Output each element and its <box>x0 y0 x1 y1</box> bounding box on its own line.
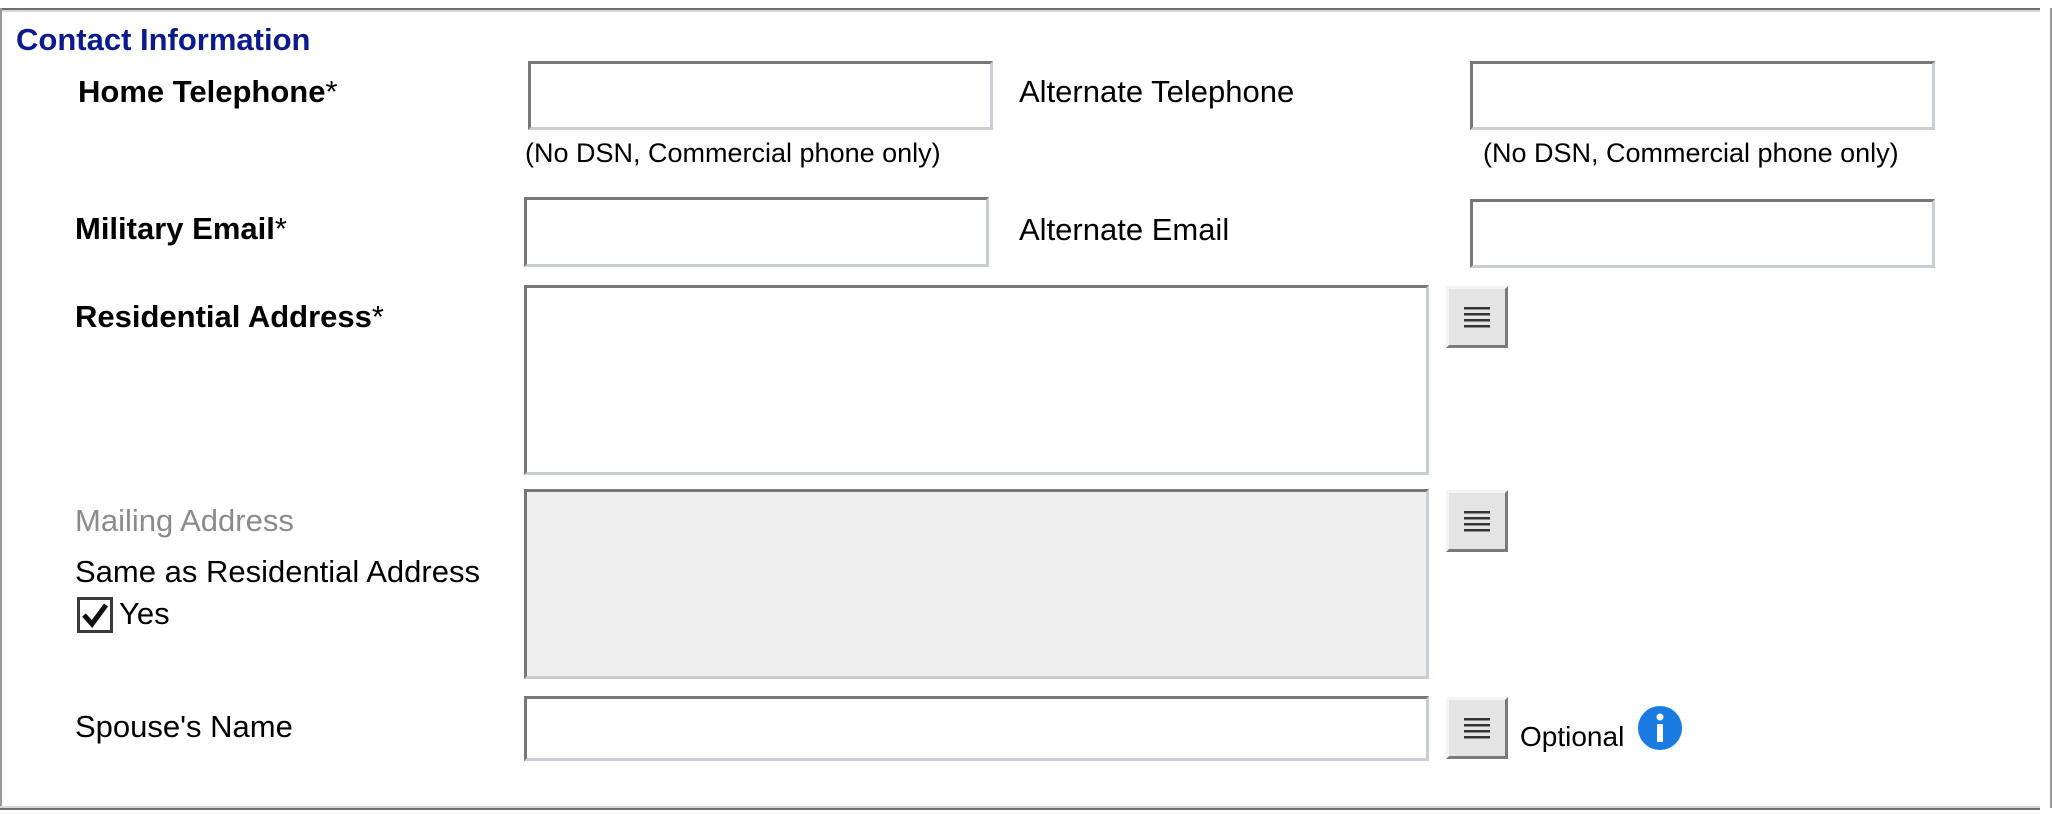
home-telephone-input[interactable] <box>528 61 993 130</box>
home-telephone-hint: (No DSN, Commercial phone only) <box>525 138 941 168</box>
required-mark: * <box>274 211 287 246</box>
checkbox-yes-label: Yes <box>119 596 170 631</box>
spouse-name-input[interactable] <box>524 696 1429 761</box>
form-bottom-border <box>0 808 2040 813</box>
alternate-telephone-input[interactable] <box>1470 61 1935 130</box>
required-mark: * <box>325 74 338 109</box>
mailing-address-label: Mailing Address <box>75 503 294 538</box>
spouse-name-label: Spouse's Name <box>75 709 293 744</box>
section-title: Contact Information <box>16 22 311 57</box>
home-telephone-label: Home Telephone* <box>78 74 338 110</box>
residential-address-label-text: Residential Address <box>75 299 372 334</box>
residential-address-label: Residential Address* <box>75 299 384 335</box>
mailing-address-textarea[interactable] <box>524 489 1429 679</box>
alternate-email-label: Alternate Email <box>1019 212 1230 247</box>
optional-label: Optional <box>1520 721 1625 752</box>
form-right-border <box>2050 8 2052 808</box>
info-icon[interactable] <box>1638 706 1682 750</box>
military-email-input[interactable] <box>524 197 989 267</box>
home-telephone-label-text: Home Telephone <box>78 74 326 109</box>
form-left-border <box>0 8 2 808</box>
list-lines-icon <box>1464 307 1490 328</box>
info-glyph <box>1656 713 1664 742</box>
alternate-email-input[interactable] <box>1470 199 1935 268</box>
same-as-residential-checkbox[interactable] <box>77 597 113 633</box>
form-top-border <box>0 0 2040 10</box>
list-lines-icon <box>1464 511 1490 532</box>
military-email-label: Military Email* <box>75 211 287 247</box>
alternate-telephone-label: Alternate Telephone <box>1019 74 1295 109</box>
list-lines-icon <box>1464 718 1490 739</box>
residential-address-textarea[interactable] <box>524 285 1429 475</box>
checkmark-icon <box>82 603 109 628</box>
residential-address-picker-button[interactable] <box>1446 286 1508 348</box>
same-as-residential-label: Same as Residential Address <box>75 554 480 589</box>
required-mark: * <box>371 299 384 334</box>
mailing-address-picker-button[interactable] <box>1446 490 1508 552</box>
alternate-telephone-hint: (No DSN, Commercial phone only) <box>1483 138 1899 168</box>
military-email-label-text: Military Email <box>75 211 275 246</box>
spouse-name-picker-button[interactable] <box>1446 697 1508 759</box>
